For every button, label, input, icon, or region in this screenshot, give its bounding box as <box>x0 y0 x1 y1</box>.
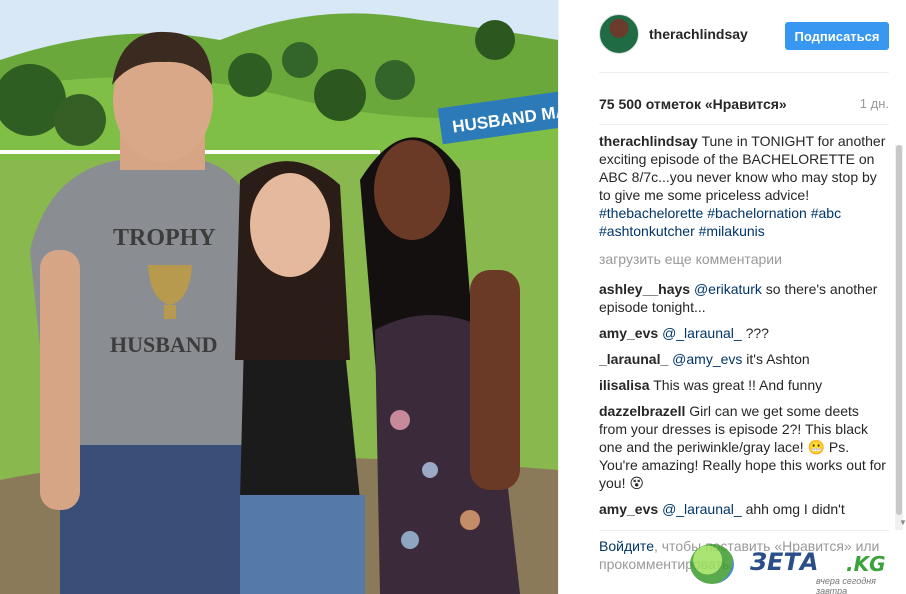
comment-item: ilisalisa This was great !! And funny <box>599 376 889 394</box>
footer-divider <box>599 530 889 531</box>
shirt-text-1: TROPHY <box>113 225 216 251</box>
comment-text: ??? <box>745 325 769 341</box>
hashtag[interactable]: #ashtonkutcher <box>599 223 695 239</box>
watermark-logo: ЗЕТА .KG вчера сегодня завтра <box>680 540 904 594</box>
likes-divider <box>599 124 889 125</box>
comment-item: dazzelbrazell Girl can we get some deets… <box>599 402 889 492</box>
caption: therachlindsay Tune in TONIGHT for anoth… <box>599 132 889 240</box>
comment-user[interactable]: ashley__hays <box>599 281 690 297</box>
hashtag[interactable]: #thebachelorette <box>599 205 703 221</box>
scrollbar-thumb[interactable] <box>896 145 902 515</box>
avatar[interactable] <box>599 14 639 54</box>
watermark-slogan: вчера сегодня завтра <box>816 576 876 594</box>
instagram-post: HUSBAND MA TROPHY HUSBAND therachlindsay… <box>0 0 906 594</box>
scroll-arrow-icon[interactable]: ▼ <box>899 518 906 527</box>
watermark-globe-icon <box>690 544 734 584</box>
comment-user[interactable]: ilisalisa <box>599 377 650 393</box>
post-header: therachlindsay Подписаться <box>599 14 889 54</box>
watermark-name: ЗЕТА <box>750 548 819 576</box>
comment-item: _laraunal_ @amy_evs it's Ashton <box>599 350 889 368</box>
comment-mention[interactable]: @erikaturk <box>694 281 762 297</box>
comments-list: therachlindsay Tune in TONIGHT for anoth… <box>599 132 889 525</box>
watermark-suffix: .KG <box>846 552 886 576</box>
photo-illustration: HUSBAND MA TROPHY HUSBAND <box>0 0 558 594</box>
post-details-panel: therachlindsay Подписаться 75 500 отмето… <box>558 0 906 594</box>
comment-user[interactable]: amy_evs <box>599 501 658 517</box>
likes-row: 75 500 отметок «Нравится» 1 дн. <box>599 96 889 112</box>
comment-user[interactable]: _laraunal_ <box>599 351 668 367</box>
post-username[interactable]: therachlindsay <box>649 26 748 42</box>
comment-mention[interactable]: @_laraunal_ <box>662 325 742 341</box>
comment-mention[interactable]: @amy_evs <box>672 351 742 367</box>
post-photo[interactable]: HUSBAND MA TROPHY HUSBAND <box>0 0 558 594</box>
comment-item: amy_evs @_laraunal_ ahh omg I didn't <box>599 500 889 518</box>
comment-mention[interactable]: @_laraunal_ <box>662 501 742 517</box>
comment-text: This was great !! And funny <box>653 377 823 393</box>
caption-user[interactable]: therachlindsay <box>599 133 698 149</box>
hashtag[interactable]: #bachelornation <box>707 205 807 221</box>
comment-user[interactable]: amy_evs <box>599 325 658 341</box>
likes-count[interactable]: 75 500 отметок «Нравится» <box>599 96 787 112</box>
comment-text: it's Ashton <box>746 351 810 367</box>
comment-item: ashley__hays @erikaturk so there's anoth… <box>599 280 889 316</box>
hashtag[interactable]: #abc <box>811 205 841 221</box>
comment-user[interactable]: dazzelbrazell <box>599 403 685 419</box>
load-more-comments[interactable]: загрузить еще комментарии <box>599 250 889 268</box>
follow-button[interactable]: Подписаться <box>785 22 889 50</box>
comment-item: amy_evs @_laraunal_ ??? <box>599 324 889 342</box>
comments-scrollbar[interactable] <box>895 145 903 530</box>
shirt-text-2: HUSBAND <box>110 332 218 357</box>
comment-text: ahh omg I didn't <box>745 501 845 517</box>
hashtag[interactable]: #milakunis <box>699 223 765 239</box>
post-age[interactable]: 1 дн. <box>860 96 889 111</box>
login-link[interactable]: Войдите <box>599 538 654 554</box>
header-divider <box>599 72 889 73</box>
